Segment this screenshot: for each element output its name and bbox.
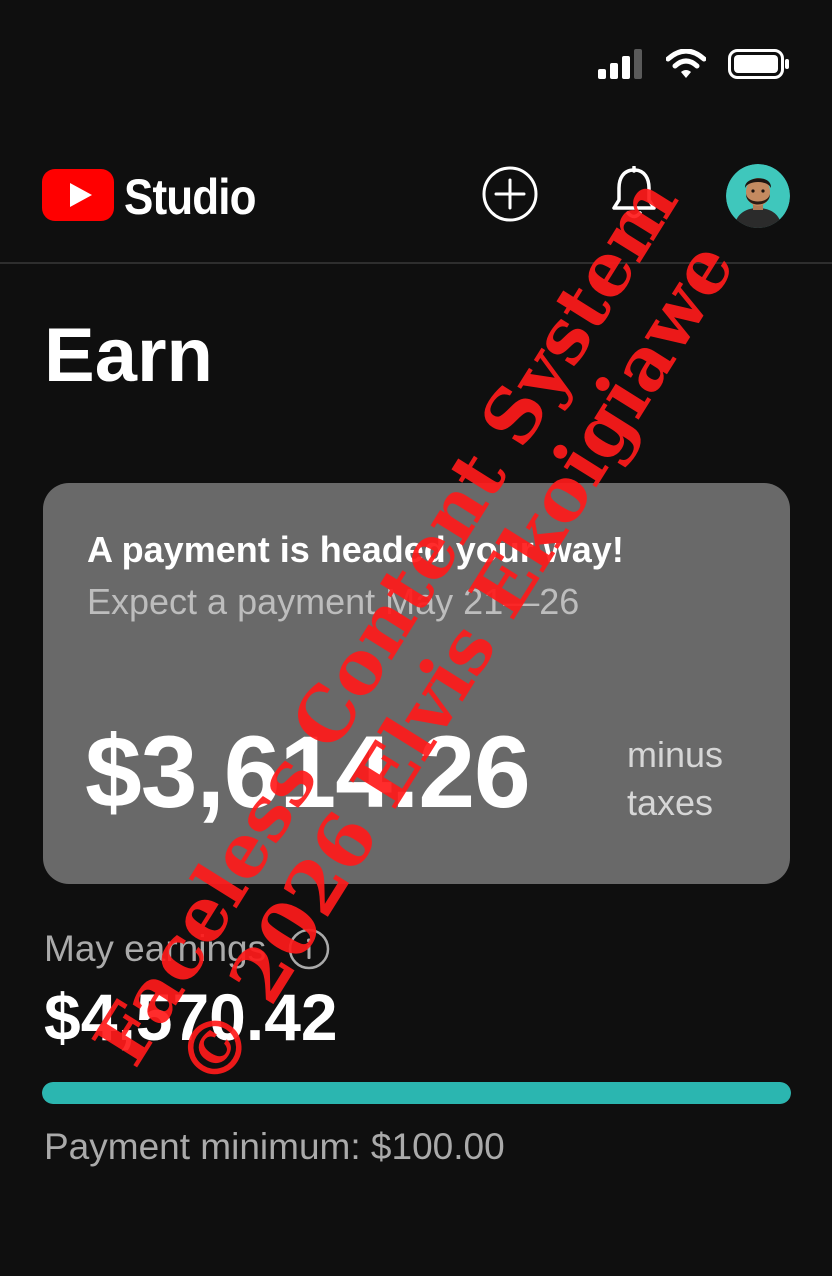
page-title: Earn: [44, 313, 213, 398]
earnings-label-row: May earnings: [44, 928, 330, 970]
payment-card-subtext: Expect a payment May 21—26: [87, 581, 580, 622]
payment-suffix-line2: taxes: [627, 782, 714, 823]
logo-text: Studio: [124, 169, 256, 225]
wifi-icon: [666, 49, 706, 79]
avatar-image: [726, 164, 790, 228]
youtube-studio-logo[interactable]: Studio: [42, 168, 274, 226]
earnings-label: May earnings: [44, 928, 267, 969]
payment-progress-fill: [42, 1082, 791, 1104]
youtube-play-icon: [42, 169, 114, 225]
cellular-signal-icon: [598, 49, 644, 79]
earnings-info-button[interactable]: [288, 928, 330, 970]
create-plus-icon: [481, 165, 539, 227]
payment-amount-suffix: minus taxes: [627, 731, 777, 827]
payment-suffix-line1: minus: [627, 734, 724, 775]
battery-icon: [728, 49, 790, 79]
payment-minimum: Payment minimum: $100.00: [44, 1126, 505, 1167]
status-bar: [598, 44, 790, 84]
payment-card-heading: A payment is headed your way!: [87, 529, 624, 570]
payment-amount: $3,614.26: [85, 715, 531, 829]
earnings-value: $4,570.42: [44, 980, 338, 1054]
notifications-button[interactable]: [604, 165, 664, 226]
payment-progress-bar: [42, 1082, 791, 1104]
bell-icon: [610, 165, 658, 226]
avatar[interactable]: [726, 164, 790, 228]
app-header: Studio: [0, 150, 832, 264]
create-button[interactable]: [480, 166, 540, 226]
payment-card: A payment is headed your way! Expect a p…: [43, 483, 790, 884]
info-icon: [288, 928, 330, 970]
